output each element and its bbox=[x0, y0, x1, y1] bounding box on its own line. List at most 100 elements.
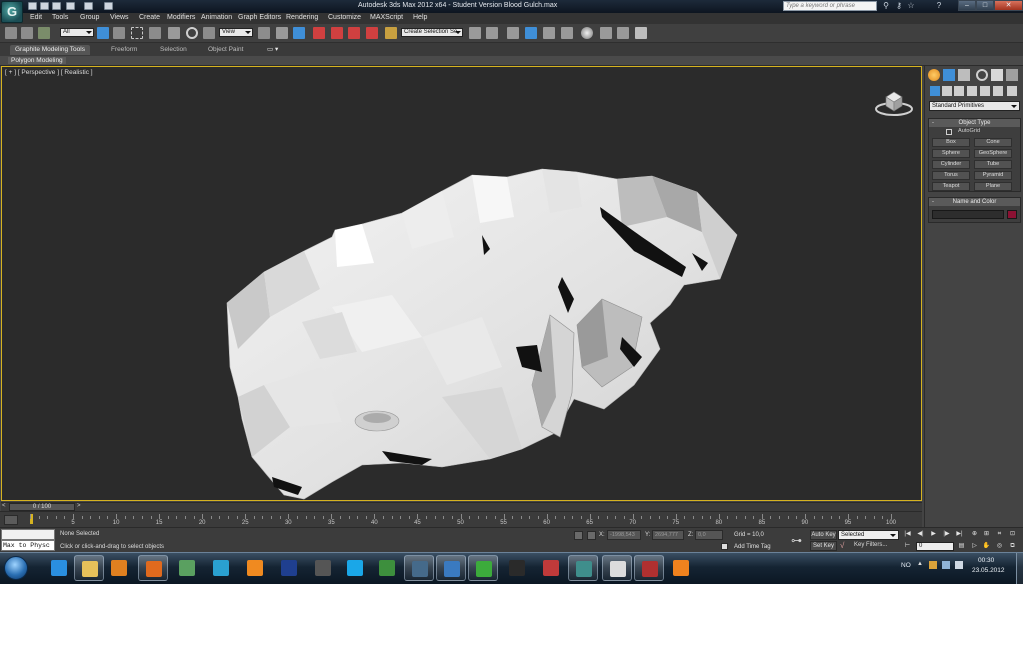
pyramid-button[interactable]: Pyramid bbox=[974, 171, 1012, 180]
time-slider-next[interactable]: > bbox=[77, 503, 81, 509]
render-setup-icon[interactable] bbox=[600, 27, 612, 39]
time-slider-prev[interactable]: < bbox=[2, 503, 6, 509]
taskbar-udk-button[interactable] bbox=[308, 555, 338, 581]
project-folder-icon[interactable] bbox=[104, 2, 113, 10]
rotate-icon[interactable] bbox=[186, 27, 198, 39]
select-by-name-icon[interactable] bbox=[113, 27, 125, 39]
menu-maxscript[interactable]: MAXScript bbox=[370, 14, 403, 21]
taskbar-gamemaker-button[interactable] bbox=[372, 555, 402, 581]
graphite-ribbon-icon[interactable] bbox=[525, 27, 537, 39]
taskbar-steam-button[interactable] bbox=[404, 555, 434, 581]
tab-freeform[interactable]: Freeform bbox=[106, 45, 142, 55]
move-icon[interactable] bbox=[168, 27, 180, 39]
primitive-category-dropdown[interactable]: Standard Primitives bbox=[929, 101, 1020, 111]
tube-button[interactable]: Tube bbox=[974, 160, 1012, 169]
window-crossing-icon[interactable] bbox=[149, 27, 161, 39]
menu-create[interactable]: Create bbox=[139, 14, 160, 21]
taskbar-internet-explorer-button[interactable] bbox=[44, 555, 74, 581]
taskbar-3dsmax-button[interactable] bbox=[568, 555, 598, 581]
cylinder-button[interactable]: Cylinder bbox=[932, 160, 970, 169]
named-selection-dropdown[interactable]: Create Selection Se bbox=[401, 28, 463, 37]
application-button[interactable]: G bbox=[1, 1, 23, 23]
perspective-viewport[interactable]: [ + ] [ Perspective ] [ Realistic ] bbox=[1, 66, 922, 501]
bind-space-warp-icon[interactable] bbox=[38, 27, 50, 39]
selection-filter-dropdown[interactable]: All bbox=[60, 28, 94, 37]
tab-selection[interactable]: Selection bbox=[155, 45, 192, 55]
motion-tab-icon[interactable] bbox=[976, 69, 988, 81]
edit-named-selection-icon[interactable] bbox=[385, 27, 397, 39]
taskbar-firefox-button[interactable] bbox=[138, 555, 168, 581]
cone-button[interactable]: Cone bbox=[974, 138, 1012, 147]
reference-coordinate-dropdown[interactable]: View bbox=[219, 28, 253, 37]
link-icon[interactable] bbox=[5, 27, 17, 39]
render-production-icon[interactable] bbox=[635, 27, 647, 39]
unlink-icon[interactable] bbox=[21, 27, 33, 39]
autogrid-checkbox[interactable] bbox=[946, 129, 952, 135]
cameras-icon[interactable] bbox=[967, 86, 977, 96]
maxscript-listener-input[interactable]: Max to Physc bbox=[1, 540, 55, 551]
track-bar[interactable]: 5 10 15 20 25 30 35 40 45 50 55 60 65 70 75 80 85 90 95 100 bbox=[0, 511, 922, 527]
create-tab-icon[interactable] bbox=[928, 69, 940, 81]
object-color-swatch[interactable] bbox=[1007, 210, 1017, 219]
spinner-snap-icon[interactable] bbox=[366, 27, 378, 39]
time-tag-icon[interactable] bbox=[721, 543, 728, 550]
play-icon[interactable]: ▶ bbox=[929, 530, 938, 539]
goto-start-icon[interactable]: |◀ bbox=[903, 530, 912, 539]
taskbar-blender-button[interactable] bbox=[666, 555, 696, 581]
binoculars-icon[interactable]: ⚲ bbox=[881, 1, 891, 11]
taskbar-utorrent-button[interactable] bbox=[468, 555, 498, 581]
object-name-field[interactable] bbox=[932, 210, 1004, 219]
pan-icon[interactable]: ✋ bbox=[982, 542, 991, 551]
geometry-icon[interactable] bbox=[930, 86, 940, 96]
rendered-frame-icon[interactable] bbox=[617, 27, 629, 39]
zoom-extents-all-icon[interactable]: ⊡ bbox=[1008, 530, 1017, 539]
menu-views[interactable]: Views bbox=[110, 14, 129, 21]
utilities-tab-icon[interactable] bbox=[1006, 69, 1018, 81]
taskbar-window-button[interactable] bbox=[436, 555, 466, 581]
show-hidden-icons-icon[interactable]: ▲ bbox=[917, 561, 925, 569]
taskbar-skype-button[interactable] bbox=[340, 555, 370, 581]
next-frame-icon[interactable]: |▶ bbox=[942, 530, 951, 539]
key-filters-icon[interactable]: √ bbox=[840, 541, 844, 550]
new-scene-icon[interactable] bbox=[28, 2, 37, 10]
percent-snap-icon[interactable] bbox=[348, 27, 360, 39]
close-button[interactable]: ✕ bbox=[994, 0, 1023, 11]
material-editor-icon[interactable] bbox=[581, 27, 593, 39]
maximize-button[interactable]: □ bbox=[976, 0, 994, 11]
snaps-toggle-icon[interactable] bbox=[313, 27, 325, 39]
pivot-center-icon[interactable] bbox=[258, 27, 270, 39]
help-search-input[interactable]: Type a keyword or phrase bbox=[783, 1, 877, 11]
taskbar-avast-button[interactable] bbox=[240, 555, 270, 581]
menu-customize[interactable]: Customize bbox=[328, 14, 361, 21]
absolute-mode-icon[interactable] bbox=[587, 531, 596, 540]
goto-end-icon[interactable]: ▶| bbox=[955, 530, 964, 539]
key-mode-dropdown[interactable]: Selected bbox=[838, 530, 899, 540]
taskbar-flag-app-button[interactable] bbox=[536, 555, 566, 581]
key-filters-button[interactable]: Key Filters... bbox=[854, 542, 887, 548]
geosphere-button[interactable]: GeoSphere bbox=[974, 149, 1012, 158]
menu-group[interactable]: Group bbox=[80, 14, 99, 21]
modify-tab-icon[interactable] bbox=[943, 69, 955, 81]
taskbar-valve-button[interactable] bbox=[502, 555, 532, 581]
taskbar-file-explorer-button[interactable] bbox=[74, 555, 104, 581]
clock-date[interactable]: 23.05.2012 bbox=[972, 567, 1005, 574]
redo-icon[interactable] bbox=[84, 2, 93, 10]
menu-edit[interactable]: Edit bbox=[30, 14, 42, 21]
menu-graph-editors[interactable]: Graph Editors bbox=[238, 14, 281, 21]
rectangle-selection-icon[interactable] bbox=[131, 27, 143, 39]
ribbon-options-icon[interactable]: ▭ ▾ bbox=[262, 45, 283, 55]
menu-tools[interactable]: Tools bbox=[52, 14, 68, 21]
curve-editor-icon[interactable] bbox=[543, 27, 555, 39]
x-coordinate-field[interactable]: -1998,543 bbox=[607, 530, 641, 540]
time-slider[interactable]: < 0 / 100 > bbox=[1, 502, 922, 511]
undo-icon[interactable] bbox=[66, 2, 75, 10]
maxscript-listener-output[interactable] bbox=[1, 529, 55, 540]
angle-snap-icon[interactable] bbox=[331, 27, 343, 39]
lock-selection-icon[interactable] bbox=[574, 531, 583, 540]
previous-frame-icon[interactable]: ◀| bbox=[916, 530, 925, 539]
align-icon[interactable] bbox=[486, 27, 498, 39]
z-coordinate-field[interactable]: 0,0 bbox=[695, 530, 723, 540]
save-file-icon[interactable] bbox=[52, 2, 61, 10]
viewcube-icon[interactable] bbox=[874, 85, 914, 117]
set-key-icon[interactable]: ⊶ bbox=[791, 536, 802, 547]
